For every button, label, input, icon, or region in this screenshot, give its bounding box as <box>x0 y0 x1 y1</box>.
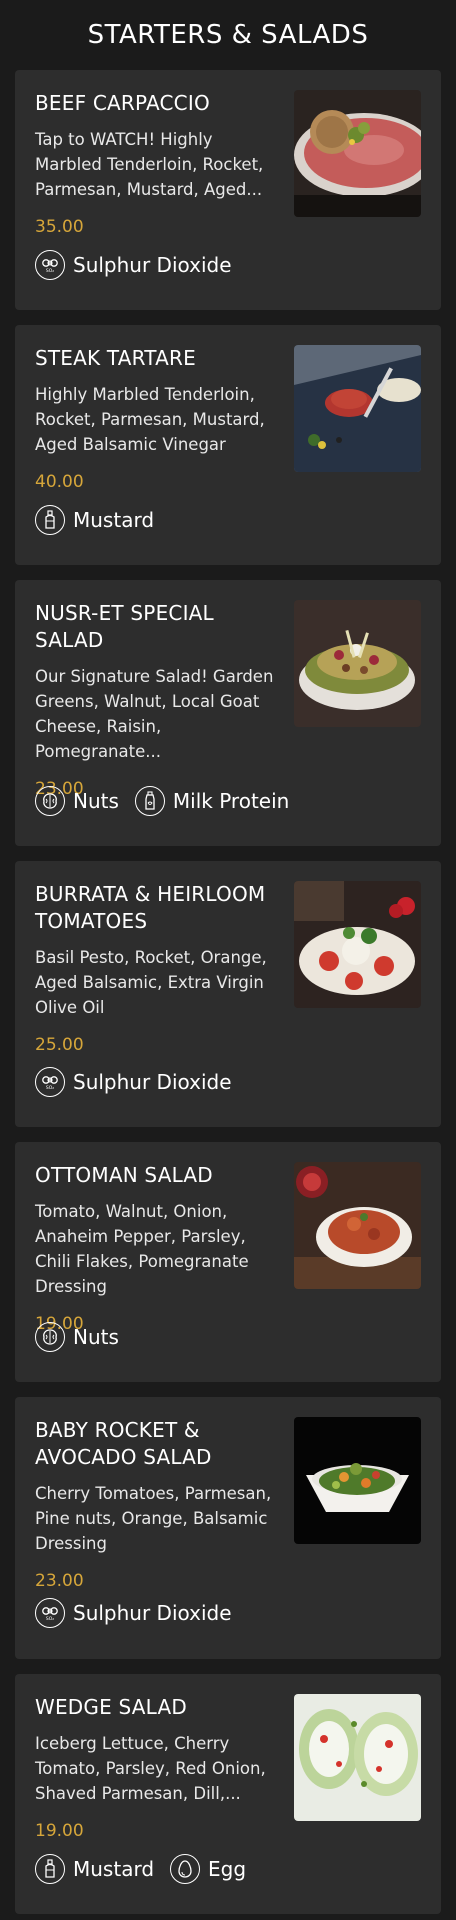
allergen-list: SO₂ Sulphur Dioxide <box>35 250 232 280</box>
svg-text:SO₂: SO₂ <box>46 1085 54 1090</box>
menu-item-description: Tomato, Walnut, Onion, Anaheim Pepper, P… <box>35 1202 249 1296</box>
allergen-list: SO₂ Sulphur Dioxide <box>35 1067 232 1097</box>
menu-item-photo[interactable] <box>294 345 421 472</box>
mustard-icon <box>35 1854 65 1884</box>
allergen-mustard: Mustard <box>35 1854 154 1884</box>
mustard-icon <box>35 505 65 535</box>
menu-item-title: BEEF CARPACCIO <box>35 91 210 115</box>
allergen-nuts: Nuts <box>35 1322 119 1352</box>
svg-text:SO₂: SO₂ <box>46 1616 54 1621</box>
menu-item-title: WEDGE SALAD <box>35 1695 187 1719</box>
allergen-egg: Egg <box>170 1854 246 1884</box>
sulphur-dioxide-icon: SO₂ <box>35 1598 65 1628</box>
menu-item-card[interactable]: WEDGE SALAD Iceberg Lettuce, Cherry Toma… <box>15 1674 441 1914</box>
menu-item-title: NUSR-ET SPECIAL SALAD <box>35 601 214 652</box>
allergen-milk-protein: Milk Protein <box>134 786 290 816</box>
allergen-list: Nuts Milk Protein <box>35 786 289 816</box>
menu-item-card[interactable]: BURRATA & HEIRLOOM TOMATOES Basil Pesto,… <box>15 861 441 1127</box>
allergen-label: Sulphur Dioxide <box>73 1601 232 1625</box>
allergen-label: Mustard <box>73 1857 155 1881</box>
milk-icon <box>134 786 165 816</box>
allergen-sulphur-dioxide: SO₂ Sulphur Dioxide <box>35 1067 232 1097</box>
svg-text:SO₂: SO₂ <box>46 268 54 273</box>
menu-item-photo[interactable] <box>294 600 421 727</box>
nuts-icon <box>35 786 65 816</box>
menu-item-card[interactable]: BABY ROCKET & AVOCADO SALAD Cherry Tomat… <box>15 1397 441 1659</box>
allergen-label: Mustard <box>73 508 155 532</box>
menu-item-photo[interactable] <box>294 1694 421 1821</box>
allergen-label: Nuts <box>73 1325 119 1349</box>
allergen-label: Milk Protein <box>172 789 290 813</box>
menu-item-title: BURRATA & HEIRLOOM TOMATOES <box>35 882 266 933</box>
menu-item-description: Basil Pesto, Rocket, Orange, Aged Balsam… <box>35 948 267 1017</box>
allergen-nuts: Nuts <box>35 786 119 816</box>
sulphur-dioxide-icon: SO₂ <box>35 250 65 280</box>
menu-item-photo[interactable] <box>294 1417 421 1544</box>
section-header: STARTERS & SALADS <box>0 0 456 70</box>
menu-item-description: Tap to WATCH! Highly Marbled Tenderloin,… <box>35 130 264 199</box>
menu-item-photo[interactable] <box>294 1162 421 1289</box>
menu-item-card[interactable]: BEEF CARPACCIO Tap to WATCH! Highly Marb… <box>15 70 441 310</box>
allergen-mustard: Mustard <box>35 505 154 535</box>
allergen-label: Egg <box>208 1857 247 1881</box>
menu-item-photo[interactable] <box>294 881 421 1008</box>
menu-item-description: Cherry Tomatoes, Parmesan, Pine nuts, Or… <box>35 1484 272 1553</box>
menu-item-price: 25.00 <box>35 1035 84 1055</box>
allergen-list: Mustard Egg <box>35 1854 246 1884</box>
menu-item-card[interactable]: STEAK TARTARE Highly Marbled Tenderloin,… <box>15 325 441 565</box>
allergen-label: Sulphur Dioxide <box>73 253 232 277</box>
menu-item-title: OTTOMAN SALAD <box>35 1163 213 1187</box>
menu-item-description: Our Signature Salad! Garden Greens, Waln… <box>35 667 274 761</box>
menu-item-price: 23.00 <box>35 1571 84 1591</box>
section-title: STARTERS & SALADS <box>87 20 369 50</box>
egg-icon <box>170 1854 201 1884</box>
allergen-list: Mustard <box>35 505 154 535</box>
allergen-list: Nuts <box>35 1322 119 1352</box>
menu-item-card[interactable]: NUSR-ET SPECIAL SALAD Our Signature Sala… <box>15 580 441 846</box>
allergen-sulphur-dioxide: SO₂ Sulphur Dioxide <box>35 250 232 280</box>
allergen-label: Nuts <box>73 789 119 813</box>
sulphur-dioxide-icon: SO₂ <box>35 1067 65 1097</box>
nuts-icon <box>35 1322 65 1352</box>
menu-item-title: STEAK TARTARE <box>35 346 196 370</box>
menu-item-price: 19.00 <box>35 1821 84 1841</box>
menu-item-price: 35.00 <box>35 217 84 237</box>
menu-item-description: Iceberg Lettuce, Cherry Tomato, Parsley,… <box>35 1734 266 1803</box>
allergen-list: SO₂ Sulphur Dioxide <box>35 1598 232 1628</box>
menu-item-title: BABY ROCKET & AVOCADO SALAD <box>35 1418 212 1469</box>
menu-item-card[interactable]: OTTOMAN SALAD Tomato, Walnut, Onion, Ana… <box>15 1142 441 1382</box>
allergen-label: Sulphur Dioxide <box>73 1070 232 1094</box>
menu-item-price: 40.00 <box>35 472 84 492</box>
menu-item-description: Highly Marbled Tenderloin, Rocket, Parme… <box>35 385 265 454</box>
menu-item-photo[interactable] <box>294 90 421 217</box>
allergen-sulphur-dioxide: SO₂ Sulphur Dioxide <box>35 1598 232 1628</box>
